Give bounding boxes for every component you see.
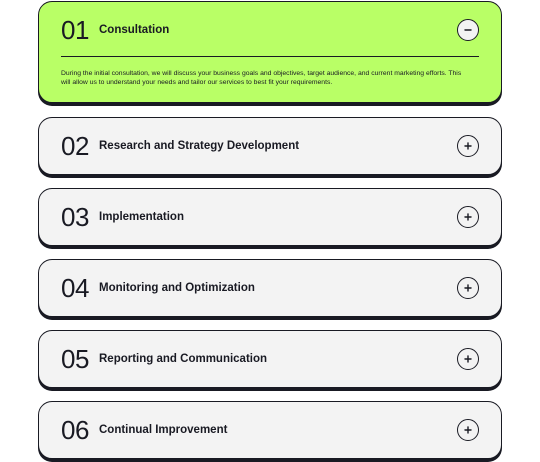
expand-button[interactable] (457, 277, 479, 299)
expand-button[interactable] (457, 419, 479, 441)
step-number: 06 (61, 415, 89, 445)
accordion-item-reporting-communication: 05 Reporting and Communication (38, 330, 502, 388)
step-title: Research and Strategy Development (99, 140, 300, 152)
collapse-button[interactable] (457, 19, 479, 41)
step-number: 03 (61, 202, 89, 232)
accordion-item-implementation: 03 Implementation (38, 188, 502, 246)
step-title: Implementation (99, 211, 184, 223)
accordion-item-monitoring-optimization: 04 Monitoring and Optimization (38, 259, 502, 317)
step-title: Monitoring and Optimization (99, 282, 255, 294)
accordion-header[interactable]: 02 Research and Strategy Development (61, 118, 479, 174)
accordion-item-research-strategy: 02 Research and Strategy Development (38, 117, 502, 175)
step-title: Consultation (99, 24, 170, 36)
accordion-item-continual-improvement: 06 Continual Improvement (38, 401, 502, 459)
step-number: 02 (61, 131, 89, 161)
step-number: 05 (61, 344, 89, 374)
expand-button[interactable] (457, 135, 479, 157)
plus-icon (464, 142, 472, 150)
accordion-header[interactable]: 01 Consultation (61, 2, 479, 58)
step-number: 04 (61, 273, 89, 303)
accordion-header[interactable]: 04 Monitoring and Optimization (61, 260, 479, 316)
plus-icon (464, 213, 472, 221)
step-number: 01 (61, 15, 89, 45)
divider (61, 56, 479, 57)
expand-button[interactable] (457, 206, 479, 228)
accordion-header[interactable]: 05 Reporting and Communication (61, 331, 479, 387)
accordion-item-consultation: 01 Consultation During the initial consu… (38, 1, 502, 103)
step-title: Continual Improvement (99, 424, 228, 436)
expand-button[interactable] (457, 348, 479, 370)
accordion-header[interactable]: 06 Continual Improvement (61, 402, 479, 458)
step-description: During the initial consultation, we will… (61, 70, 462, 86)
plus-icon (464, 284, 472, 292)
accordion-header[interactable]: 03 Implementation (61, 189, 479, 245)
minus-icon (464, 29, 472, 31)
plus-icon (464, 426, 472, 434)
plus-icon (464, 355, 472, 363)
step-title: Reporting and Communication (99, 353, 268, 365)
